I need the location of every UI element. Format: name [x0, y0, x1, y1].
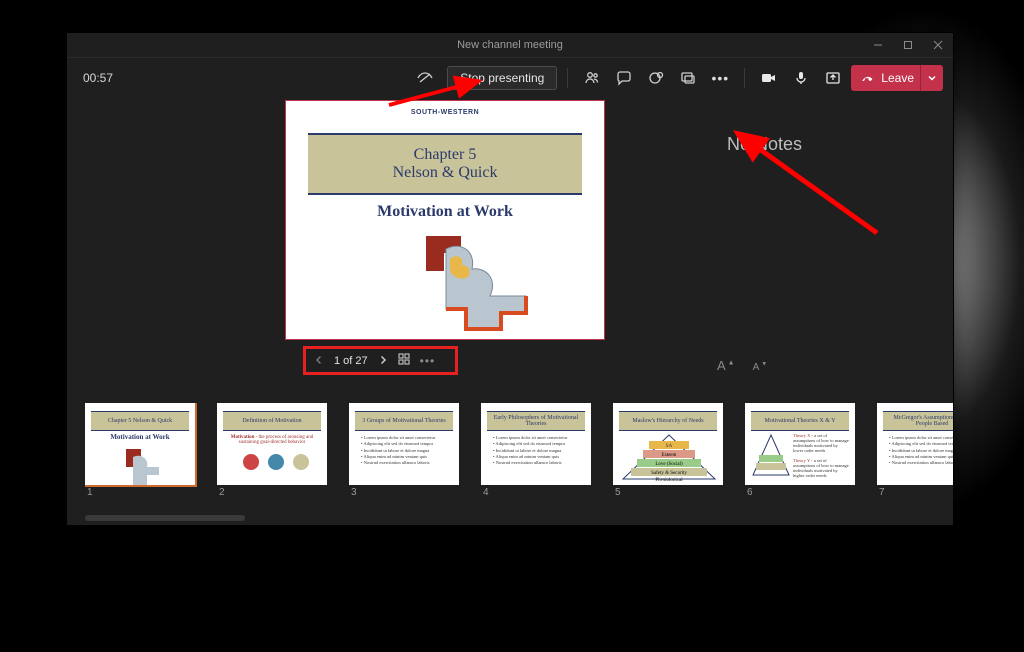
slide-authors: Nelson & Quick [393, 164, 498, 182]
thumbnail-number: 6 [745, 487, 855, 498]
slide-thumbnail[interactable]: Early Philosophers of Motivational Theor… [481, 403, 591, 498]
thumbnail-body: SA Esteem Love (Social) Safety & Security Ph… [619, 433, 717, 481]
svg-text:Physiological: Physiological [655, 478, 683, 481]
meeting-toolbar: 00:57 Stop presenting [67, 58, 953, 98]
mic-icon[interactable] [787, 64, 815, 92]
stop-presenting-button[interactable]: Stop presenting [447, 66, 557, 90]
chat-icon[interactable] [610, 64, 638, 92]
leave-label: Leave [881, 71, 914, 85]
slide-pane: SOUTH-WESTERN Chapter 5 Nelson & Quick M… [167, 98, 687, 397]
slide-thumbnail[interactable]: Chapter 5 Nelson & QuickMotivation at Wo… [85, 403, 195, 498]
thumbnail-heading: Chapter 5 Nelson & Quick [91, 411, 189, 431]
thumbnail-number: 4 [481, 487, 591, 498]
rooms-icon[interactable] [674, 64, 702, 92]
toolbar-divider [567, 68, 568, 88]
thumbnail-heading: McGregor's Assumptions About People Base… [883, 411, 953, 431]
slide-thumbnail[interactable]: Maslow's Hierarchy of Needs SA Esteem Love … [613, 403, 723, 498]
thumbnail-number: 7 [877, 487, 953, 498]
current-slide[interactable]: SOUTH-WESTERN Chapter 5 Nelson & Quick M… [285, 100, 605, 340]
slide-chapter: Chapter 5 [414, 146, 477, 164]
slide-thumbnail[interactable]: 3 Groups of Motivational Theories• Lorem… [349, 403, 459, 498]
thumbnail-heading: Definition of Motivation [223, 411, 321, 431]
maximize-button[interactable] [893, 33, 923, 57]
thumbnail-heading: Maslow's Hierarchy of Needs [619, 411, 717, 431]
svg-text:SA: SA [666, 444, 673, 449]
thumbnail-body: • Lorem ipsum dolor sit amet consectetur… [883, 433, 953, 481]
thumbnail-heading: 3 Groups of Motivational Theories [355, 411, 453, 431]
leave-chevron[interactable] [920, 65, 943, 91]
notes-font-increase[interactable]: A▲ [717, 358, 737, 373]
slide-thumbnail[interactable]: Definition of MotivationMotivation - the… [217, 403, 327, 498]
window-title: New channel meeting [457, 39, 563, 51]
slide-header-band: Chapter 5 Nelson & Quick [308, 133, 582, 195]
toolbar-divider [744, 68, 745, 88]
more-actions-icon[interactable]: ••• [706, 64, 734, 92]
slide-title: Motivation at Work [286, 203, 604, 221]
teams-meeting-window: New channel meeting 00:57 Stop p [66, 32, 954, 526]
thumbnail-scrollbar[interactable] [85, 515, 245, 521]
privacy-icon[interactable] [411, 64, 439, 92]
slide-more-button[interactable]: ••• [420, 354, 436, 368]
thumbnail-body: • Lorem ipsum dolor sit amet consectetur… [355, 433, 453, 481]
window-controls [863, 33, 953, 57]
notes-font-decrease[interactable]: A▼ [753, 362, 770, 373]
slide-thumbnail[interactable]: Motivational Theories X & YTheory X - a … [745, 403, 855, 498]
share-icon[interactable] [819, 64, 847, 92]
leave-button[interactable]: Leave [851, 65, 943, 91]
close-button[interactable] [923, 33, 953, 57]
thumbnail-number: 3 [349, 487, 459, 498]
thumbnail-body [91, 433, 189, 481]
stop-presenting-label: Stop presenting [460, 71, 544, 85]
thumbnail-number: 2 [217, 487, 327, 498]
slide-thumbnail[interactable]: McGregor's Assumptions About People Base… [877, 403, 953, 498]
svg-text:Love (Social): Love (Social) [655, 462, 683, 467]
titlebar: New channel meeting [67, 33, 953, 58]
thumbnail-body: Motivation - the process of arousing and… [223, 433, 321, 481]
notes-font-size-controls: A▲ A▼ [717, 358, 769, 373]
thumbnail-number: 1 [85, 487, 195, 498]
thumbnail-body: Theory X - a set of assumptions of how t… [751, 433, 849, 481]
notes-pane: No Notes A▲ A▼ [687, 98, 953, 397]
thumbnail-heading: Motivational Theories X & Y [751, 411, 849, 431]
thumbnail-strip: Chapter 5 Nelson & QuickMotivation at Wo… [67, 397, 953, 525]
prev-slide-button[interactable] [314, 354, 324, 368]
thumbnail-body: • Lorem ipsum dolor sit amet consectetur… [487, 433, 585, 481]
participants-icon[interactable] [578, 64, 606, 92]
hangup-icon [861, 71, 875, 85]
chevron-down-icon [927, 73, 937, 83]
no-notes-label: No Notes [727, 134, 802, 155]
meeting-timer: 00:57 [83, 71, 113, 85]
camera-icon[interactable] [755, 64, 783, 92]
svg-text:Safety & Security: Safety & Security [651, 471, 687, 476]
svg-text:Esteem: Esteem [662, 453, 677, 458]
next-slide-button[interactable] [378, 354, 388, 368]
slide-nav-controls: 1 of 27 ••• [303, 346, 458, 375]
slide-artwork [406, 231, 556, 331]
thumbnail-heading: Early Philosophers of Motivational Theor… [487, 411, 585, 431]
grid-view-button[interactable] [398, 353, 410, 368]
reactions-icon[interactable] [642, 64, 670, 92]
presenter-view: SOUTH-WESTERN Chapter 5 Nelson & Quick M… [67, 98, 953, 397]
thumbnail-number: 5 [613, 487, 723, 498]
minimize-button[interactable] [863, 33, 893, 57]
slide-counter: 1 of 27 [334, 355, 368, 367]
slide-publisher-logo: SOUTH-WESTERN [411, 109, 479, 116]
